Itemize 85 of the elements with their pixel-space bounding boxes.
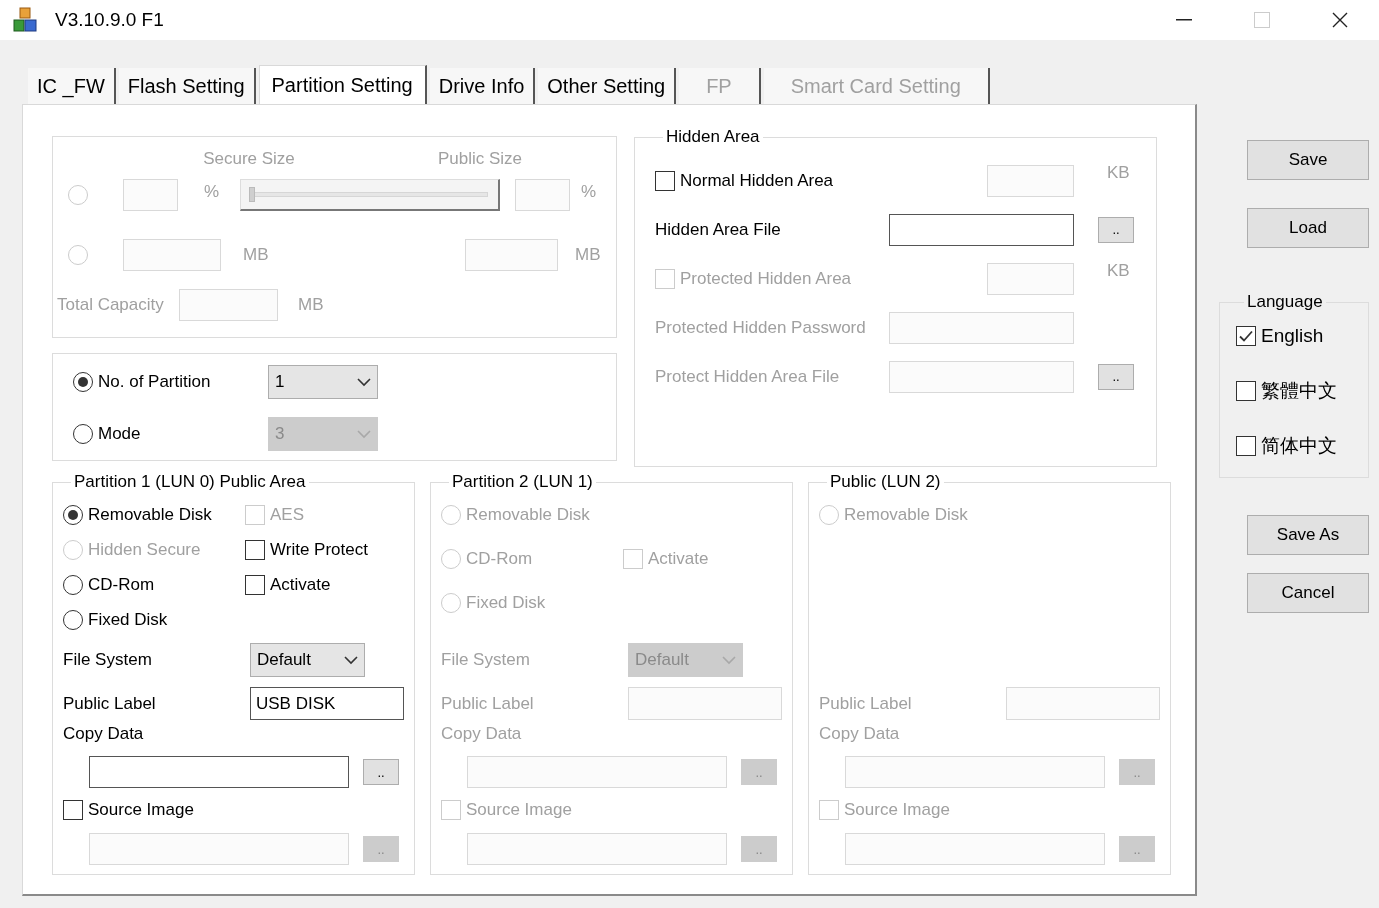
option-label: Mode: [98, 423, 142, 446]
field-label: Hidden Area File: [655, 218, 782, 241]
unit-label: MB: [298, 294, 324, 317]
field-label: Protect Hidden Area File: [655, 365, 841, 388]
radio-button[interactable]: [73, 372, 93, 392]
push-button[interactable]: Save As: [1247, 515, 1369, 555]
field-label: Copy Data: [819, 723, 900, 746]
group-title: Public (LUN 2): [829, 472, 942, 492]
radio-button[interactable]: [63, 575, 83, 595]
option-label: Removable Disk: [88, 504, 213, 527]
group-title: Partition 2 (LUN 1): [451, 472, 594, 492]
dropdown[interactable]: 1: [268, 365, 378, 399]
push-button[interactable]: Save: [1247, 140, 1369, 180]
checkbox-label: 简体中文: [1261, 433, 1337, 458]
input-field[interactable]: [89, 756, 349, 788]
checkbox-label: 繁體中文: [1261, 378, 1337, 403]
tab[interactable]: Partition Setting: [258, 65, 427, 104]
field-label: Copy Data: [441, 723, 522, 746]
input-field[interactable]: USB DISK: [250, 687, 404, 720]
tab[interactable]: Flash Setting: [118, 68, 256, 104]
checkbox-label: Source Image: [466, 799, 572, 822]
chevron-down-icon: [357, 429, 371, 439]
push-button[interactable]: Cancel: [1247, 573, 1369, 613]
field-label: Public Label: [441, 692, 535, 715]
group-title: Language: [1246, 292, 1324, 312]
unit-label: KB: [1107, 260, 1130, 282]
input-field[interactable]: [889, 213, 1074, 246]
option-label: Fixed Disk: [88, 609, 169, 632]
checkbox-label: English: [1261, 323, 1324, 348]
blocks-icon: [12, 7, 38, 33]
browse-button[interactable]: ..: [1098, 216, 1134, 243]
radio-button[interactable]: [63, 610, 83, 630]
checkbox[interactable]: [1236, 381, 1256, 401]
field-label: Copy Data: [63, 723, 144, 746]
checkbox[interactable]: [63, 800, 83, 820]
checkbox[interactable]: [1236, 326, 1256, 346]
tab[interactable]: IC _FW: [28, 68, 116, 104]
option-label: No. of Partition: [98, 371, 212, 394]
checkbox-label: Activate: [270, 574, 331, 597]
field-label: Public Label: [819, 692, 913, 715]
close-icon: [1332, 12, 1348, 28]
unit-label: %: [204, 181, 220, 203]
slider[interactable]: [240, 179, 500, 211]
unit-label: %: [581, 181, 597, 203]
field-label: File System: [63, 649, 153, 672]
checkbox-label: Source Image: [88, 799, 194, 822]
checkbox[interactable]: [1236, 436, 1256, 456]
checkbox-label: Activate: [648, 548, 709, 571]
checkbox[interactable]: [655, 170, 675, 191]
chevron-down-icon: [344, 655, 358, 665]
option-label: Fixed Disk: [466, 592, 547, 615]
field-label: Total Capacity: [57, 294, 165, 317]
checkbox[interactable]: [245, 575, 265, 595]
minimize-icon: [1176, 19, 1192, 21]
field-label: File System: [441, 649, 531, 672]
unit-label: MB: [243, 244, 270, 267]
option-label: Removable Disk: [466, 504, 591, 527]
option-label: CD-Rom: [466, 548, 534, 571]
checkbox-label: AES: [270, 504, 305, 527]
tab[interactable]: Drive Info: [429, 68, 536, 104]
radio-button[interactable]: [63, 505, 83, 525]
browse-button[interactable]: ..: [363, 759, 399, 785]
option-label: CD-Rom: [88, 574, 156, 597]
dropdown[interactable]: Default: [250, 643, 365, 677]
tab[interactable]: Other Setting: [538, 68, 677, 104]
checkbox-label: Protected Hidden Area: [680, 267, 853, 290]
maximize-icon: [1254, 12, 1270, 28]
option-label: Removable Disk: [844, 504, 969, 527]
column-label: Public Size: [436, 148, 524, 171]
field-label: Public Label: [63, 692, 157, 715]
field-label: Protected Hidden Password: [655, 316, 867, 339]
checkbox-label: Source Image: [844, 799, 950, 822]
checkbox-label: Write Protect: [270, 539, 368, 562]
group-title: Hidden Area: [665, 127, 761, 147]
checkbox[interactable]: [245, 540, 265, 560]
chevron-down-icon: [722, 655, 736, 665]
window-title: V3.10.9.0 F1: [55, 7, 164, 32]
push-button[interactable]: Load: [1247, 208, 1369, 248]
group-title: Partition 1 (LUN 0) Public Area: [73, 472, 307, 492]
chevron-down-icon: [357, 377, 371, 387]
unit-label: MB: [575, 244, 602, 267]
option-label: Hidden Secure: [88, 539, 202, 562]
unit-label: KB: [1107, 162, 1130, 184]
column-label: Secure Size: [202, 148, 296, 171]
checkbox-label: Normal Hidden Area: [680, 169, 835, 192]
